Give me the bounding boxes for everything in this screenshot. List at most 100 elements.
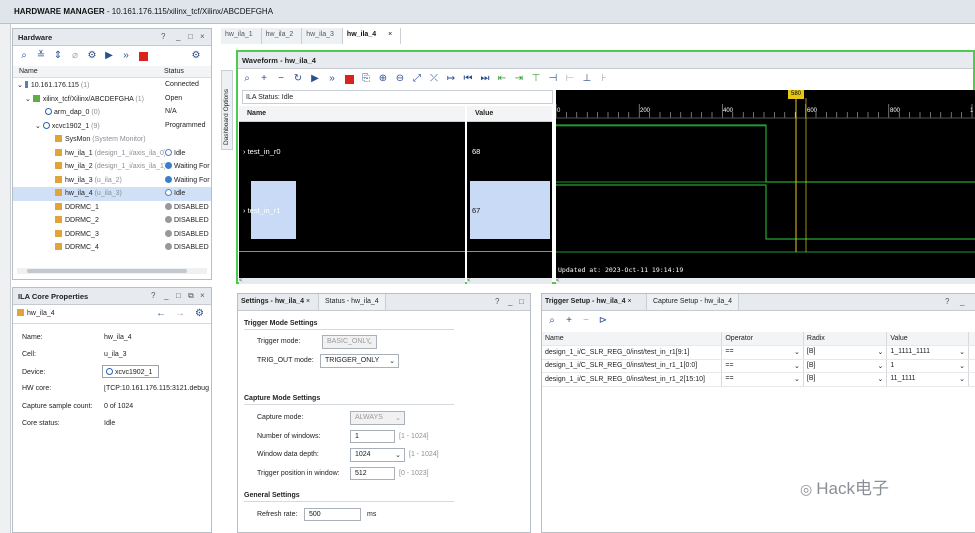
- auto-connect-icon[interactable]: ⌀: [68, 49, 82, 63]
- trigger-condition-icon[interactable]: ⊳: [596, 314, 610, 328]
- minimize-icon[interactable]: _: [960, 297, 964, 306]
- add-marker-icon[interactable]: ⊤: [529, 72, 543, 86]
- go-to-end-icon[interactable]: ⏭: [478, 72, 492, 86]
- refresh-input[interactable]: [304, 508, 361, 521]
- tree-row-host[interactable]: ⌄ 10.161.176.115 (1) Connected: [13, 79, 211, 93]
- help-icon[interactable]: ?: [161, 32, 165, 41]
- trigpos-input[interactable]: [350, 467, 395, 480]
- tab-trigger-setup[interactable]: Trigger Setup - hw_ila_4 ×: [545, 298, 632, 305]
- tab-hw-ila-4[interactable]: hw_ila_4 ×: [342, 28, 402, 44]
- radix-select[interactable]: [B] ⌄: [803, 372, 888, 387]
- operator-select[interactable]: == ⌄: [721, 359, 804, 373]
- run-immediate-icon[interactable]: »: [325, 72, 339, 86]
- maximize-icon[interactable]: □: [519, 297, 524, 306]
- capture-mode-select[interactable]: ALWAYS ⌄: [350, 411, 405, 425]
- go-to-start-icon[interactable]: ⏮: [461, 72, 475, 86]
- settings-gear-icon[interactable]: ⚙: [189, 49, 203, 63]
- previous-marker-icon[interactable]: ⊣: [546, 72, 560, 86]
- swap-cursors-icon[interactable]: ⊥: [580, 72, 594, 86]
- tab-hw-ila-2[interactable]: hw_ila_2: [261, 28, 303, 44]
- add-probe-icon[interactable]: +: [562, 314, 576, 328]
- add-icon[interactable]: +: [257, 72, 271, 86]
- trigger-marker-label[interactable]: 580: [788, 90, 804, 99]
- program-icon[interactable]: ⚙: [85, 49, 99, 63]
- next-marker-icon[interactable]: ⊢: [563, 72, 577, 86]
- tree-row-ddrmc3[interactable]: DDRMC_3 DISABLED: [13, 228, 211, 242]
- previous-transition-icon[interactable]: ⇤: [495, 72, 509, 86]
- minimize-icon[interactable]: _: [164, 291, 168, 300]
- auto-retrigger-icon[interactable]: ↻: [291, 72, 305, 86]
- search-icon[interactable]: ⌕: [17, 49, 31, 63]
- settings-gear-icon[interactable]: ⚙: [195, 308, 204, 319]
- tree-row-ila1[interactable]: hw_ila_1 (design_1_i/axis_ila_0) Idle: [13, 147, 211, 161]
- expand-all-icon[interactable]: ⇕: [51, 49, 65, 63]
- windows-input[interactable]: [350, 430, 395, 443]
- help-icon[interactable]: ?: [151, 291, 155, 300]
- zoom-fit-icon[interactable]: ⤢: [410, 72, 424, 86]
- waveform-hscroll[interactable]: <: [556, 278, 975, 284]
- tab-hw-ila-3[interactable]: hw_ila_3: [302, 28, 343, 44]
- maximize-icon[interactable]: □: [176, 291, 181, 300]
- device-link[interactable]: xcvc1902_1: [102, 365, 159, 378]
- maximize-icon[interactable]: □: [188, 32, 193, 41]
- value-select[interactable]: 11_1111 ⌄: [886, 372, 969, 387]
- help-icon[interactable]: ?: [495, 297, 499, 306]
- remove-icon[interactable]: −: [274, 72, 288, 86]
- cursor-icon[interactable]: ⤫: [427, 72, 441, 86]
- export-icon[interactable]: ⎘: [359, 72, 373, 86]
- tree-row-arm-dap[interactable]: arm_dap_0 (0) N/A: [13, 106, 211, 120]
- restore-icon[interactable]: ⧉: [188, 291, 194, 301]
- table-row[interactable]: design_1_i/C_SLR_REG_0/inst/test_in_r1[9…: [542, 345, 975, 360]
- depth-select[interactable]: 1024 ⌄: [350, 448, 405, 462]
- hardware-hscrollbar[interactable]: [17, 268, 207, 274]
- tree-row-ddrmc1[interactable]: DDRMC_1 DISABLED: [13, 201, 211, 215]
- values-scroll[interactable]: <: [467, 278, 552, 284]
- help-icon[interactable]: ?: [945, 297, 949, 306]
- zoom-out-icon[interactable]: ⊖: [393, 72, 407, 86]
- tree-row-ddrmc2[interactable]: DDRMC_2 DISABLED: [13, 214, 211, 228]
- value-select[interactable]: 1_1111_1111 ⌄: [886, 345, 969, 360]
- tree-row-target[interactable]: ⌄ xilinx_tcf/Xilinx/ABCDEFGHA (1) Open: [13, 93, 211, 107]
- waveform-canvas[interactable]: 580 0 200 400 600 800 1 Updated at: 2023…: [556, 90, 975, 278]
- run-trigger-icon[interactable]: ▶: [308, 72, 322, 86]
- radix-select[interactable]: [B] ⌄: [803, 359, 888, 373]
- search-icon[interactable]: ⌕: [545, 314, 559, 328]
- run-immediate-icon[interactable]: »: [119, 49, 133, 63]
- minimize-icon[interactable]: _: [508, 297, 512, 306]
- trigger-mode-select[interactable]: BASIC_ONLY ⌄: [322, 335, 377, 349]
- collapse-all-icon[interactable]: ≚: [34, 49, 48, 63]
- go-to-cursor-icon[interactable]: ↦: [444, 72, 458, 86]
- back-arrow-icon[interactable]: ←: [156, 308, 166, 319]
- tree-row-ila4[interactable]: hw_ila_4 (u_ila_3) Idle: [13, 187, 211, 201]
- tree-row-sysmon[interactable]: SysMon (System Monitor): [13, 133, 211, 147]
- minimize-icon[interactable]: _: [176, 32, 180, 41]
- close-tab-icon[interactable]: ×: [388, 31, 392, 38]
- tab-status[interactable]: Status - hw_ila_4: [318, 294, 386, 310]
- tree-row-device[interactable]: ⌄ xcvc1902_1 (9) Programmed: [13, 120, 211, 134]
- tree-row-ddrmc4[interactable]: DDRMC_4 DISABLED: [13, 241, 211, 255]
- signal-row[interactable]: › test_in_r0: [243, 147, 281, 156]
- table-row[interactable]: design_1_i/C_SLR_REG_0/inst/test_in_r1_1…: [542, 359, 975, 373]
- radix-select[interactable]: [B] ⌄: [803, 345, 888, 360]
- trig-out-select[interactable]: TRIGGER_ONLY ⌄: [320, 354, 399, 368]
- stop-icon[interactable]: [342, 72, 356, 86]
- close-icon[interactable]: ×: [200, 32, 205, 41]
- table-row[interactable]: design_1_i/C_SLR_REG_0/inst/test_in_r1_2…: [542, 372, 975, 387]
- tab-hw-ila-1[interactable]: hw_ila_1: [221, 28, 262, 44]
- names-scroll[interactable]: <: [239, 278, 465, 284]
- value-select[interactable]: 1 ⌄: [886, 359, 969, 373]
- forward-arrow-icon[interactable]: →: [175, 308, 185, 319]
- remove-probe-icon[interactable]: −: [579, 314, 593, 328]
- tab-capture-setup[interactable]: Capture Setup - hw_ila_4: [646, 294, 739, 310]
- tree-row-ila2[interactable]: hw_ila_2 (design_1_i/axis_ila_1) Waiting…: [13, 160, 211, 174]
- signal-row[interactable]: › test_in_r1: [243, 206, 281, 215]
- next-transition-icon[interactable]: ⇥: [512, 72, 526, 86]
- zoom-in-icon[interactable]: ⊕: [376, 72, 390, 86]
- operator-select[interactable]: == ⌄: [721, 345, 804, 360]
- close-icon[interactable]: ×: [200, 291, 205, 300]
- tree-row-ila3[interactable]: hw_ila_3 (u_ila_2) Waiting For: [13, 174, 211, 188]
- stop-icon[interactable]: [136, 49, 150, 63]
- search-icon[interactable]: ⌕: [240, 72, 254, 86]
- dashboard-options-tab[interactable]: Dashboard Options: [221, 70, 233, 150]
- run-trigger-icon[interactable]: ▶: [102, 49, 116, 63]
